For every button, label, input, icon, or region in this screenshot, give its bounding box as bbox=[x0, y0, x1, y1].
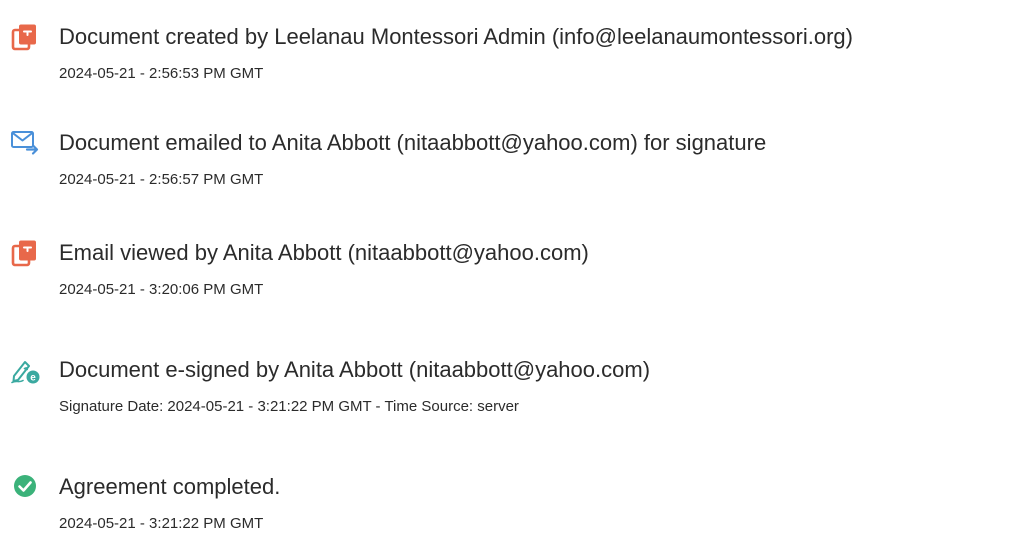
event-title: Document e-signed by Anita Abbott (nitaa… bbox=[59, 357, 651, 382]
event-title: Document emailed to Anita Abbott (nitaab… bbox=[59, 130, 767, 155]
audit-event-document-created: Document created by Leelanau Montessori … bbox=[0, 22, 1024, 102]
event-timestamp: 2024-05-21 - 3:21:22 PM GMT bbox=[59, 515, 264, 532]
event-timestamp: 2024-05-21 - 2:56:57 PM GMT bbox=[59, 171, 264, 188]
email-viewed-icon bbox=[10, 238, 40, 268]
document-created-icon bbox=[10, 22, 40, 52]
audit-event-agreement-completed: Agreement completed. 2024-05-21 - 3:21:2… bbox=[0, 472, 1024, 552]
event-title: Document created by Leelanau Montessori … bbox=[59, 24, 853, 49]
event-timestamp: 2024-05-21 - 3:20:06 PM GMT bbox=[59, 281, 264, 298]
event-signature-details: Signature Date: 2024-05-21 - 3:21:22 PM … bbox=[59, 398, 519, 415]
audit-event-email-viewed: Email viewed by Anita Abbott (nitaabbott… bbox=[0, 238, 1024, 318]
event-title: Agreement completed. bbox=[59, 474, 281, 499]
audit-event-document-emailed: Document emailed to Anita Abbott (nitaab… bbox=[0, 128, 1024, 208]
email-sent-icon bbox=[10, 128, 40, 158]
svg-text:e: e bbox=[30, 373, 36, 384]
audit-event-document-e-signed: e Document e-signed by Anita Abbott (nit… bbox=[0, 355, 1024, 435]
event-timestamp: 2024-05-21 - 2:56:53 PM GMT bbox=[59, 65, 264, 82]
completed-check-icon bbox=[10, 472, 40, 502]
e-signed-icon: e bbox=[10, 355, 40, 385]
event-title: Email viewed by Anita Abbott (nitaabbott… bbox=[59, 240, 589, 265]
